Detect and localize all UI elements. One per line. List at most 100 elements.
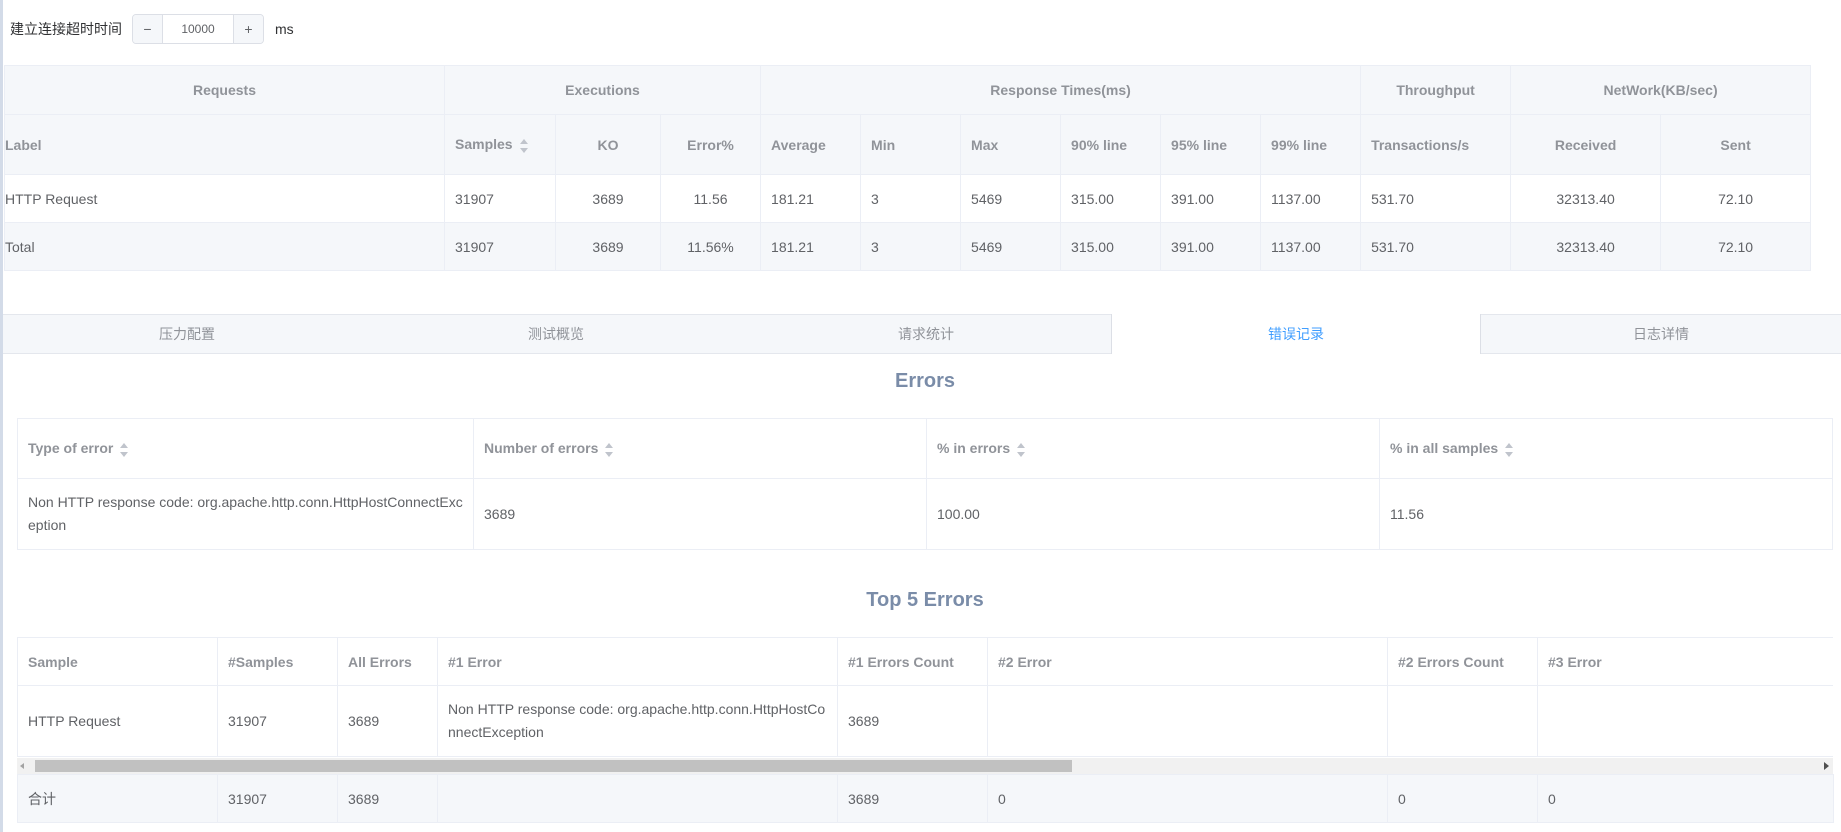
- cell-all-errors: 3689: [337, 685, 438, 757]
- cell-label: Total: [4, 222, 445, 271]
- column-header-type-of-error[interactable]: Type of error: [17, 418, 474, 479]
- column-header-percent-in-all-samples[interactable]: % in all samples: [1379, 418, 1833, 479]
- cell-95-line: 391.00: [1160, 174, 1262, 223]
- cell-error-type: Non HTTP response code: org.apache.http.…: [17, 478, 474, 550]
- column-header-95-line: 95% line: [1160, 114, 1262, 175]
- connect-timeout-row: 建立连接超时时间 − + ms: [10, 12, 294, 46]
- scroll-left-arrow-icon[interactable]: [20, 763, 24, 769]
- errors-title: Errors: [894, 370, 956, 392]
- summary-error-1: [437, 774, 838, 823]
- column-header-max: Max: [960, 114, 1062, 175]
- cell-samples-count: 31907: [217, 685, 338, 757]
- cell-sent: 72.10: [1660, 222, 1812, 271]
- column-header-samples-count: #Samples: [217, 637, 338, 686]
- cell-error-percent: 11.56%: [659, 222, 762, 271]
- errors-table: Type of error Number of errors % in erro…: [17, 418, 1833, 550]
- cell-received: 32313.40: [1510, 222, 1662, 271]
- column-header-error-2: #2 Error: [987, 637, 1388, 686]
- table-row: Non HTTP response code: org.apache.http.…: [17, 478, 1833, 550]
- cell-error-2: [987, 685, 1388, 757]
- cell-sent: 72.10: [1660, 174, 1812, 223]
- cell-error-1-count: 3689: [837, 685, 988, 757]
- top5-errors-title: Top 5 Errors: [866, 589, 984, 611]
- cell-sample: HTTP Request: [17, 685, 218, 757]
- cell-error-percent: 11.56: [659, 174, 762, 223]
- cell-samples: 31907: [444, 174, 556, 223]
- sort-icon[interactable]: [119, 442, 129, 457]
- left-edge-rail: [0, 0, 3, 832]
- cell-percent-in-all-samples: 11.56: [1379, 478, 1833, 550]
- column-header-error-1-count: #1 Errors Count: [837, 637, 988, 686]
- column-header-error-percent: Error%: [659, 114, 762, 175]
- cell-error-count: 3689: [473, 478, 927, 550]
- table-row-total: Total 31907 3689 11.56% 181.21 3 5469 31…: [4, 222, 1812, 271]
- cell-min: 3: [860, 174, 962, 223]
- scrollbar-thumb[interactable]: [35, 760, 1072, 772]
- cell-average: 181.21: [760, 222, 862, 271]
- column-header-99-line: 99% line: [1260, 114, 1362, 175]
- table-row: HTTP Request 31907 3689 Non HTTP respons…: [17, 685, 1833, 757]
- group-header-network: NetWork(KB/sec): [1510, 65, 1812, 115]
- column-header-min: Min: [860, 114, 962, 175]
- column-header-sample: Sample: [17, 637, 218, 686]
- column-header-received: Received: [1510, 114, 1662, 175]
- column-header-error-2-count: #2 Errors Count: [1387, 637, 1538, 686]
- column-header-ko: KO: [555, 114, 661, 175]
- cell-error-2-count: [1387, 685, 1538, 757]
- group-header-executions: Executions: [443, 65, 762, 115]
- cell-max: 5469: [960, 222, 1062, 271]
- decrement-button[interactable]: −: [133, 15, 163, 43]
- connect-timeout-label: 建立连接超时时间: [10, 21, 122, 37]
- cell-percent-in-errors: 100.00: [926, 478, 1380, 550]
- cell-max: 5469: [960, 174, 1062, 223]
- increment-button[interactable]: +: [233, 15, 263, 43]
- column-header-samples[interactable]: Samples: [444, 114, 556, 175]
- horizontal-scrollbar[interactable]: [17, 758, 1833, 774]
- cell-95-line: 391.00: [1160, 222, 1262, 271]
- summary-error-2: 0: [987, 774, 1388, 823]
- column-header-percent-in-errors[interactable]: % in errors: [926, 418, 1380, 479]
- summary-row: 合计 31907 3689 3689 0 0 0: [17, 774, 1834, 823]
- summary-error-3: 0: [1537, 774, 1834, 823]
- cell-99-line: 1137.00: [1260, 222, 1362, 271]
- sort-icon[interactable]: [604, 442, 614, 457]
- timeout-unit-label: ms: [275, 21, 294, 37]
- tab-error-records[interactable]: 错误记录: [1111, 314, 1481, 354]
- statistics-table: Requests Executions Response Times(ms) T…: [4, 65, 1812, 271]
- column-header-90-line: 90% line: [1060, 114, 1162, 175]
- column-header-transactions: Transactions/s: [1360, 114, 1512, 175]
- cell-90-line: 315.00: [1060, 174, 1162, 223]
- cell-average: 181.21: [760, 174, 862, 223]
- tab-pressure-config[interactable]: 压力配置: [3, 315, 371, 353]
- report-tabs: 压力配置 测试概览 请求统计 错误记录 日志详情: [3, 314, 1841, 354]
- column-header-label: Label: [4, 114, 445, 175]
- cell-error-1: Non HTTP response code: org.apache.http.…: [437, 685, 838, 757]
- group-header-throughput: Throughput: [1360, 65, 1512, 115]
- connect-timeout-input[interactable]: [163, 16, 233, 42]
- column-header-error-3: #3 Error: [1537, 637, 1833, 686]
- tab-request-stats[interactable]: 请求统计: [741, 315, 1111, 353]
- column-header-number-of-errors[interactable]: Number of errors: [473, 418, 927, 479]
- summary-all-errors: 3689: [337, 774, 438, 823]
- tab-log-details[interactable]: 日志详情: [1481, 315, 1841, 353]
- summary-samples: 31907: [217, 774, 338, 823]
- scroll-right-arrow-icon[interactable]: [1824, 762, 1829, 770]
- group-header-response-times: Response Times(ms): [760, 65, 1362, 115]
- column-header-error-1: #1 Error: [437, 637, 838, 686]
- cell-ko: 3689: [555, 222, 661, 271]
- cell-samples: 31907: [444, 222, 556, 271]
- group-header-requests: Requests: [4, 65, 445, 115]
- cell-90-line: 315.00: [1060, 222, 1162, 271]
- sort-icon[interactable]: [1504, 442, 1514, 457]
- summary-error-2-count: 0: [1387, 774, 1538, 823]
- cell-transactions: 531.70: [1360, 174, 1512, 223]
- summary-error-1-count: 3689: [837, 774, 988, 823]
- column-header-average: Average: [760, 114, 862, 175]
- cell-min: 3: [860, 222, 962, 271]
- sort-icon[interactable]: [519, 138, 529, 153]
- column-header-all-errors: All Errors: [337, 637, 438, 686]
- tab-test-overview[interactable]: 测试概览: [371, 315, 741, 353]
- cell-label: HTTP Request: [4, 174, 445, 223]
- sort-icon[interactable]: [1016, 442, 1026, 457]
- column-header-sent: Sent: [1660, 114, 1812, 175]
